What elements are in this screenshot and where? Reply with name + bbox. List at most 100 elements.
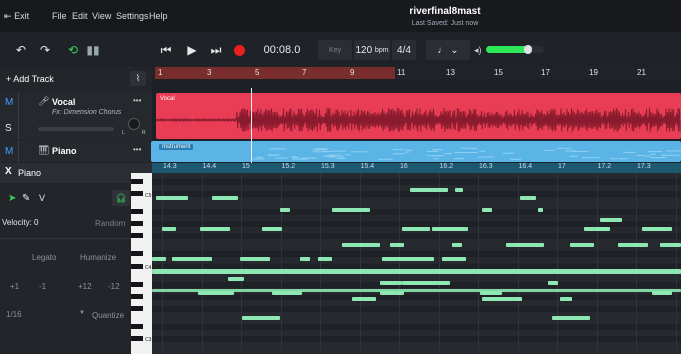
midi-note[interactable] <box>570 316 590 320</box>
play-button[interactable]: ▶ <box>181 40 203 60</box>
vocal-track-header[interactable] <box>0 92 152 140</box>
piano-keyboard[interactable]: C5 C4 C3 <box>131 173 152 354</box>
headphones-button[interactable]: 🎧︎ <box>112 190 130 206</box>
midi-note[interactable] <box>152 257 166 261</box>
transpose-down-12-button[interactable]: -12 <box>108 281 120 291</box>
midi-note[interactable] <box>168 196 188 200</box>
black-key[interactable] <box>131 294 143 299</box>
undo-button[interactable]: ↶ <box>12 40 30 60</box>
midi-note[interactable] <box>410 188 448 192</box>
midi-note[interactable] <box>242 316 280 320</box>
midi-note[interactable] <box>402 227 430 231</box>
menu-help[interactable]: Help <box>149 11 168 21</box>
piano-clip[interactable]: Instrument <box>151 141 681 162</box>
midi-note[interactable] <box>280 208 290 212</box>
black-key[interactable] <box>131 264 143 269</box>
midi-note[interactable] <box>212 196 238 200</box>
vocal-volume-slider[interactable] <box>38 127 114 131</box>
midi-note[interactable] <box>380 281 402 285</box>
exit-button[interactable]: ⇤ Exit <box>4 11 29 22</box>
menu-file[interactable]: File <box>52 11 67 21</box>
menu-view[interactable]: View <box>92 11 111 21</box>
midi-note[interactable] <box>482 208 492 212</box>
midi-note[interactable] <box>402 281 450 285</box>
loop-region[interactable] <box>155 67 395 79</box>
project-title[interactable]: riverfinal8mast <box>395 6 495 17</box>
grid-select[interactable]: 1/16 ▼ <box>4 309 90 323</box>
midi-note[interactable] <box>584 227 610 231</box>
black-key[interactable] <box>131 282 143 287</box>
volume-knob[interactable] <box>524 45 532 54</box>
midi-note[interactable] <box>660 243 681 247</box>
quantize-button[interactable]: Quantize <box>92 310 124 320</box>
black-key[interactable] <box>131 233 143 238</box>
midi-note[interactable] <box>352 297 376 301</box>
midi-note[interactable] <box>162 227 176 231</box>
midi-note[interactable] <box>262 227 282 231</box>
midi-note[interactable] <box>570 243 594 247</box>
piano-track-menu[interactable]: ••• <box>133 145 141 154</box>
vocal-solo-button[interactable]: S <box>5 123 12 134</box>
velocity-field[interactable]: Velocity: 0 <box>2 218 38 227</box>
menu-edit[interactable]: Edit <box>72 11 88 21</box>
midi-note[interactable] <box>618 243 648 247</box>
menu-settings[interactable]: Settings <box>116 11 149 21</box>
midi-note[interactable] <box>600 218 622 222</box>
midi-note[interactable] <box>442 257 466 261</box>
black-key[interactable] <box>131 191 143 196</box>
piano-track-name[interactable]: Piano <box>52 146 77 156</box>
key-select[interactable]: Key <box>318 40 352 60</box>
midi-note[interactable] <box>452 243 462 247</box>
record-button[interactable] <box>230 40 248 60</box>
pianoroll-grid[interactable] <box>152 173 681 354</box>
automation-button[interactable]: ⌇ <box>130 71 146 86</box>
random-button[interactable]: Random <box>95 218 125 228</box>
pencil-tool-icon[interactable]: ✎ <box>22 193 30 204</box>
midi-note[interactable] <box>300 257 310 261</box>
vocal-track-menu[interactable]: ••• <box>133 96 141 105</box>
close-editor-button[interactable]: X <box>5 166 12 177</box>
library-button[interactable]: ▮▮ <box>84 40 102 60</box>
black-key[interactable] <box>131 209 143 214</box>
metronome-select[interactable]: ♩ ⌄ <box>426 40 470 60</box>
midi-note[interactable] <box>272 291 302 295</box>
vocal-track-name[interactable]: Vocal <box>52 97 75 107</box>
midi-note[interactable] <box>552 316 572 320</box>
vocal-pan-knob[interactable] <box>128 118 140 130</box>
black-key[interactable] <box>131 179 143 184</box>
midi-note[interactable] <box>152 269 681 274</box>
meter-field[interactable]: 4/4 <box>392 40 416 60</box>
redo-button[interactable]: ↷ <box>36 40 54 60</box>
midi-note[interactable] <box>172 257 212 261</box>
midi-note[interactable] <box>228 277 244 281</box>
midi-note[interactable] <box>432 227 468 231</box>
midi-note[interactable] <box>642 227 672 231</box>
midi-note[interactable] <box>390 243 404 247</box>
skip-forward-button[interactable]: ⏭ <box>205 40 227 60</box>
humanize-button[interactable]: Humanize <box>80 252 116 262</box>
midi-note[interactable] <box>455 188 463 192</box>
velocity-tool-icon[interactable]: V <box>39 193 45 203</box>
vocal-fx-label[interactable]: Fx: Dimension Chorus <box>52 109 121 116</box>
midi-note[interactable] <box>506 243 544 247</box>
midi-note[interactable] <box>342 243 380 247</box>
midi-note[interactable] <box>652 291 672 295</box>
midi-note[interactable] <box>318 257 332 261</box>
transpose-down-1-button[interactable]: -1 <box>39 281 46 291</box>
midi-note[interactable] <box>382 257 434 261</box>
skip-back-button[interactable]: ⏮ <box>155 40 177 60</box>
midi-note[interactable] <box>548 281 558 285</box>
black-key[interactable] <box>131 336 143 341</box>
midi-note[interactable] <box>520 196 536 200</box>
add-track-button[interactable]: + Add Track <box>6 74 54 84</box>
loop-button[interactable]: ⟲ <box>64 40 82 60</box>
midi-note[interactable] <box>240 257 270 261</box>
black-key[interactable] <box>131 221 143 226</box>
midi-note[interactable] <box>482 297 522 301</box>
midi-note[interactable] <box>560 297 572 301</box>
tempo-field[interactable]: 120 bpm <box>354 40 390 60</box>
midi-note[interactable] <box>200 227 230 231</box>
piano-mute-button[interactable]: M <box>5 146 13 157</box>
midi-note[interactable] <box>380 291 404 295</box>
select-tool-icon[interactable]: ➤ <box>8 193 16 204</box>
